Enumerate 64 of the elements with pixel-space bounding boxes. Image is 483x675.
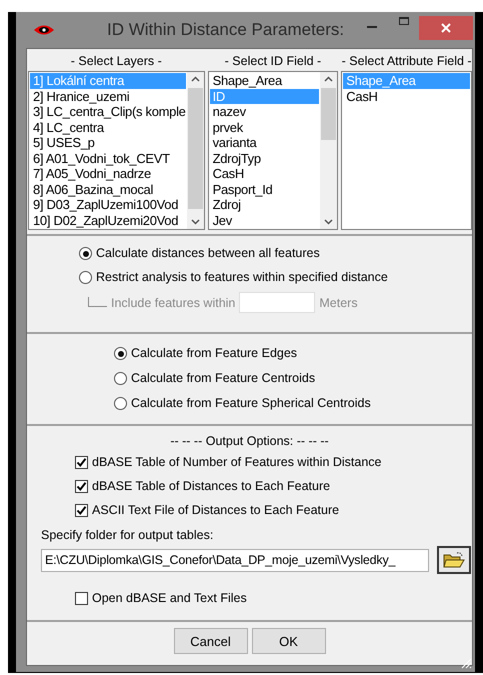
- scrollbar[interactable]: [320, 72, 338, 229]
- list-item[interactable]: prvek: [210, 120, 320, 135]
- checkmark-icon: [76, 504, 87, 516]
- ok-button[interactable]: OK: [252, 628, 326, 654]
- scrollbar[interactable]: [186, 72, 204, 229]
- list-item[interactable]: Pasport_Id: [210, 182, 320, 197]
- radio-button[interactable]: [114, 372, 127, 385]
- section-title: -- -- -- Output Options: -- -- --: [170, 433, 329, 450]
- folder-label: Specify folder for output tables:: [41, 527, 214, 544]
- list-item[interactable]: Zdroj: [210, 197, 320, 212]
- window-title: ID Within Distance Parameters:: [107, 20, 346, 40]
- checkbox-option[interactable]: ASCII Text File of Distances to Each Feature: [75, 498, 472, 522]
- checkmark-icon: [76, 456, 87, 468]
- folder-path-field[interactable]: E:\CZU\Diplomka\GIS_Conefor\Data_DP_moje_uzemi\Vysledky_: [41, 548, 429, 572]
- list-item[interactable]: CasH: [343, 88, 470, 104]
- list-header: - Select Layers -: [70, 53, 162, 70]
- list-box[interactable]: Shape_Area ID nazev prvek varianta ZdrojTyp CasH Pasport_Id Zdroj Jev: [208, 71, 338, 230]
- checkbox[interactable]: [75, 504, 88, 516]
- list-item[interactable]: 7] A05_Vodni_nadrze: [30, 166, 186, 182]
- checkbox-option[interactable]: dBASE Table of Number of Features within Distance: [75, 450, 472, 474]
- list-item[interactable]: CasH: [210, 166, 320, 182]
- resize-grip-icon[interactable]: [460, 657, 472, 669]
- browse-folder-button[interactable]: [437, 546, 471, 574]
- list-header: - Select Attribute Field -: [342, 53, 472, 70]
- checkbox-option[interactable]: dBASE Table of Distances to Each Feature: [75, 474, 472, 498]
- list-item[interactable]: varianta: [210, 135, 320, 150]
- radio-option[interactable]: Restrict analysis to features within specified distance: [79, 268, 472, 287]
- list-item[interactable]: Shape_Area: [210, 73, 320, 88]
- checkmark-icon: [76, 480, 87, 492]
- radio-option[interactable]: Calculate from Feature Edges: [114, 344, 472, 363]
- cancel-button[interactable]: Cancel: [174, 628, 248, 654]
- checkbox[interactable]: [75, 456, 88, 468]
- radio-option[interactable]: Calculate from Feature Spherical Centroids: [114, 394, 472, 413]
- field-label: Include features within: [111, 296, 236, 310]
- list-item[interactable]: nazev: [210, 104, 320, 120]
- folder-icon: [443, 551, 465, 569]
- close-button[interactable]: [419, 16, 473, 40]
- list-item[interactable]: 10] D02_ZaplUzemi20Vod: [30, 212, 186, 228]
- checkbox-option[interactable]: Open dBASE and Text Files: [75, 586, 472, 610]
- radio-button[interactable]: [114, 347, 127, 360]
- list-item[interactable]: 9] D03_ZaplUzemi100Vod: [30, 197, 186, 212]
- list-item[interactable]: 8] A06_Bazina_mocal: [30, 182, 186, 197]
- unit-label: Meters: [319, 296, 358, 310]
- radio-option[interactable]: Calculate distances between all features: [79, 244, 472, 263]
- tree-connector-icon: [87, 296, 107, 308]
- list-box[interactable]: 1] Lokální centra 2] Hranice_uzemi 3] LC_centra_Clip(s komple 4] LC_centra 5] USES_p 6] A01_Vodni_tok_CEVT 7] A05_Vodni_nadrze 8] A06_Bazina_mocal 9] D03_ZaplUzemi100Vod 10] D02_ZaplUzemi20Vod: [28, 71, 205, 230]
- list-item[interactable]: 2] Hranice_uzemi: [30, 88, 186, 104]
- scrollbar-thumb[interactable]: [321, 88, 336, 140]
- radio-option[interactable]: Calculate from Feature Centroids: [114, 369, 472, 388]
- list-item[interactable]: ZdrojTyp: [210, 150, 320, 166]
- radio-button[interactable]: [79, 271, 92, 284]
- radio-button[interactable]: [79, 247, 92, 260]
- list-box[interactable]: Shape_Area CasH: [341, 71, 472, 230]
- list-item[interactable]: 5] USES_p: [30, 135, 186, 150]
- radio-button[interactable]: [114, 397, 127, 410]
- list-header: - Select ID Field -: [224, 53, 322, 70]
- list-item[interactable]: 4] LC_centra: [30, 120, 186, 135]
- checkbox[interactable]: [75, 480, 88, 492]
- checkbox[interactable]: [75, 592, 88, 604]
- list-item[interactable]: Jev: [210, 212, 320, 228]
- eye-icon: [33, 24, 55, 36]
- list-item[interactable]: 6] A01_Vodni_tok_CEVT: [30, 150, 186, 166]
- scrollbar-thumb[interactable]: [188, 88, 203, 209]
- list-item[interactable]: 3] LC_centra_Clip(s komple: [30, 104, 186, 120]
